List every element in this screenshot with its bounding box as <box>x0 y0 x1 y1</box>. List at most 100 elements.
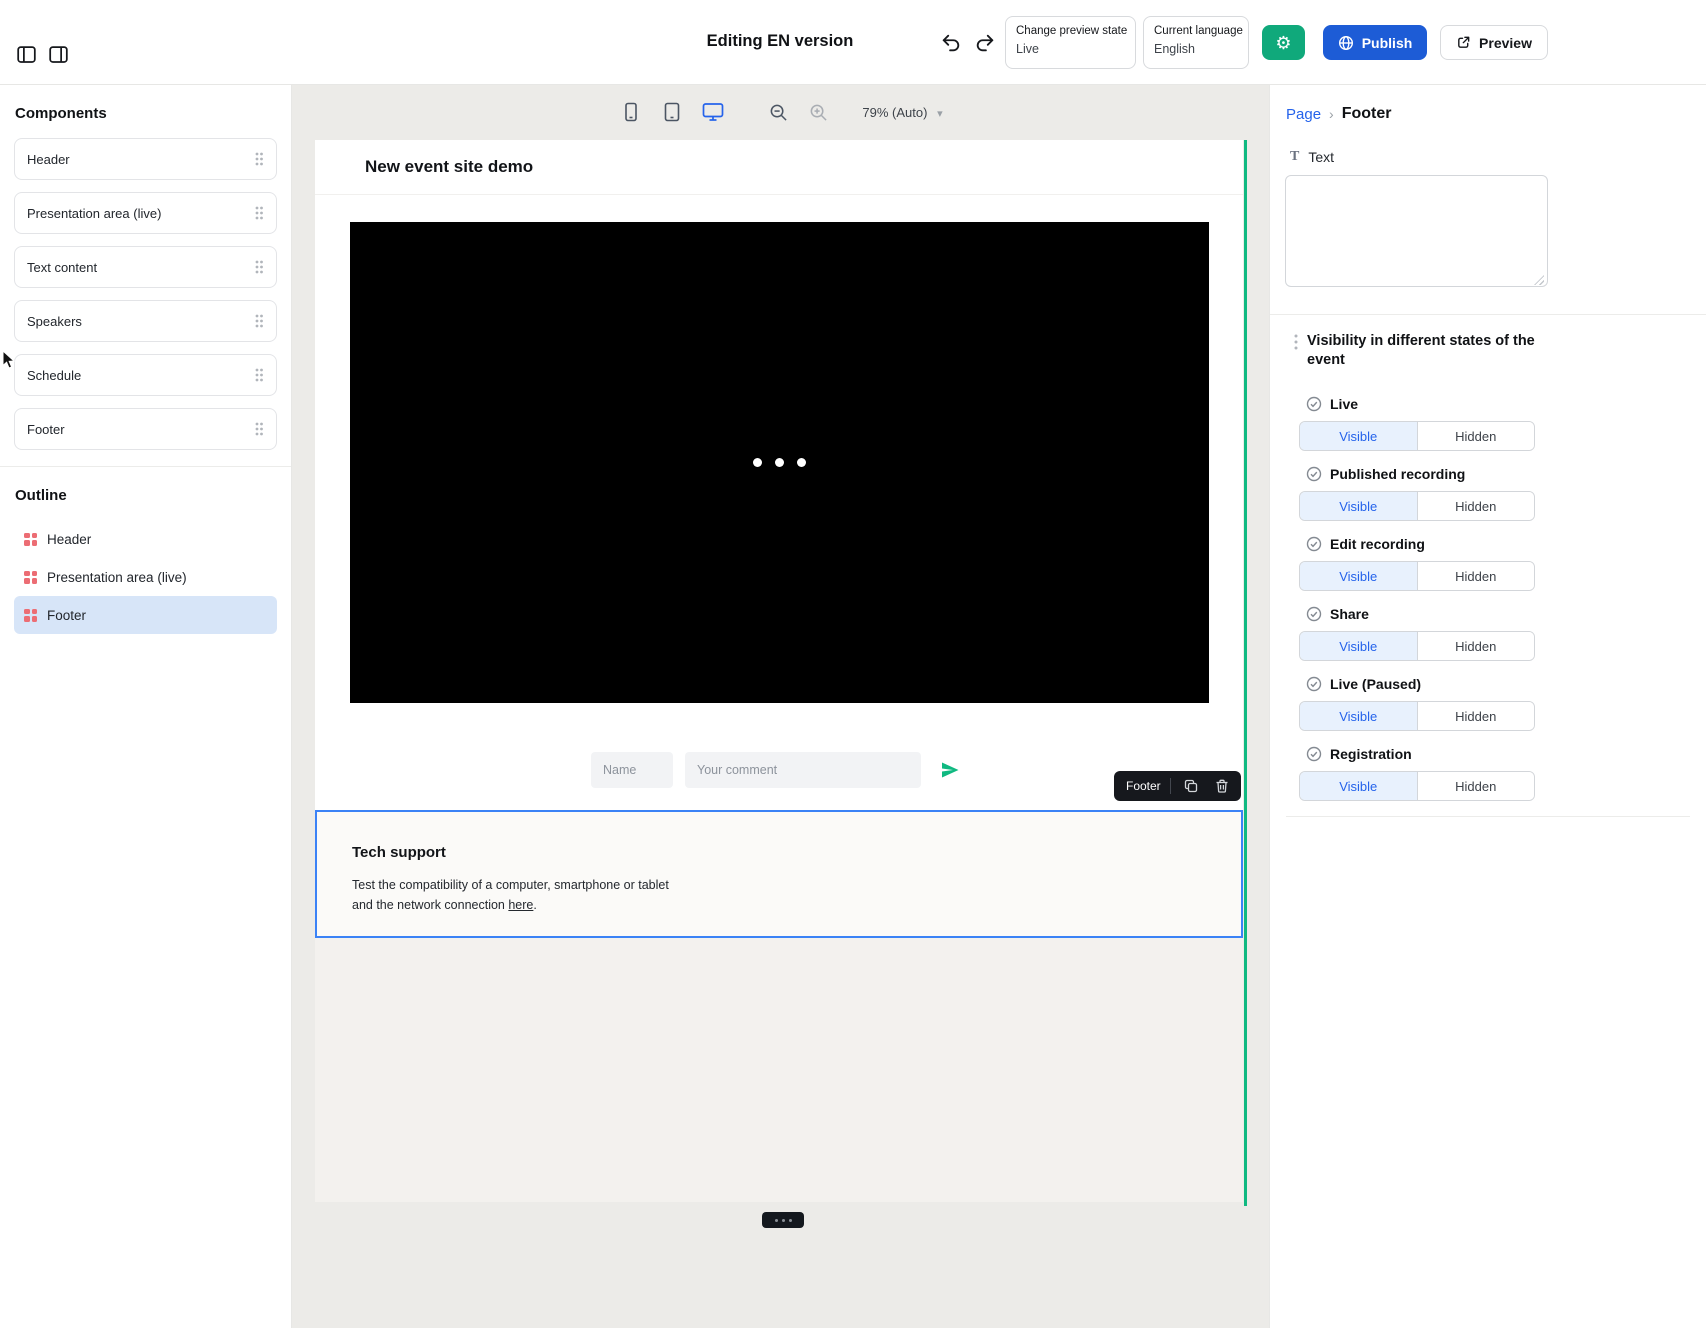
tech-check-link[interactable]: here <box>508 898 533 912</box>
drag-handle-icon[interactable] <box>254 205 264 221</box>
comment-bar <box>315 745 1243 795</box>
visible-option[interactable]: Visible <box>1300 772 1417 800</box>
visible-option[interactable]: Visible <box>1300 562 1417 590</box>
visible-option[interactable]: Visible <box>1300 632 1417 660</box>
footer-text-input[interactable] <box>1285 175 1548 287</box>
component-card-schedule[interactable]: Schedule <box>14 354 277 396</box>
component-card-speakers[interactable]: Speakers <box>14 300 277 342</box>
panel-toggles <box>15 43 69 65</box>
visible-option[interactable]: Visible <box>1300 492 1417 520</box>
visible-option[interactable]: Visible <box>1300 702 1417 730</box>
outline-item-label: Footer <box>47 608 86 623</box>
breadcrumb-page-link[interactable]: Page <box>1286 106 1321 123</box>
zoom-out-icon[interactable] <box>765 99 791 125</box>
component-card-label: Schedule <box>27 368 81 383</box>
state-label: Live (Paused) <box>1330 676 1421 692</box>
duplicate-icon[interactable] <box>1180 775 1202 797</box>
component-card-header[interactable]: Header <box>14 138 277 180</box>
hidden-option[interactable]: Hidden <box>1417 492 1535 520</box>
component-grid-icon <box>24 533 37 546</box>
breadcrumb: Page › Footer <box>1270 85 1706 123</box>
globe-icon <box>1338 35 1354 51</box>
footer-text-line1: Test the compatibility of a computer, sm… <box>352 875 1201 895</box>
preview-button[interactable]: Preview <box>1440 25 1548 60</box>
left-panel: Components Header Presentation area (liv… <box>0 85 292 1328</box>
device-desktop-icon[interactable] <box>700 99 726 125</box>
check-circle-icon <box>1306 676 1322 692</box>
outline-item-footer[interactable]: Footer <box>14 596 277 634</box>
component-card-presentation-area[interactable]: Presentation area (live) <box>14 192 277 234</box>
selection-toolbar: Footer <box>1114 771 1241 801</box>
visibility-toggle: Visible Hidden <box>1299 561 1535 591</box>
language-select[interactable]: Current language English <box>1143 16 1249 69</box>
component-grid-icon <box>24 571 37 584</box>
visibility-toggle: Visible Hidden <box>1299 771 1535 801</box>
language-value: English <box>1154 42 1238 56</box>
check-circle-icon <box>1306 536 1322 552</box>
visibility-section: Visibility in different states of the ev… <box>1270 315 1706 817</box>
comment-name-input[interactable] <box>591 752 673 788</box>
device-mobile-icon[interactable] <box>618 99 644 125</box>
zoom-in-icon[interactable] <box>805 99 831 125</box>
visible-option[interactable]: Visible <box>1300 422 1417 450</box>
chevron-right-icon: › <box>1329 106 1334 122</box>
component-card-label: Footer <box>27 422 65 437</box>
preview-state-select[interactable]: Change preview state Live <box>1005 16 1136 69</box>
section-drag-handle-icon[interactable] <box>1294 332 1298 352</box>
visibility-row-edit-recording: Edit recording Visible Hidden <box>1299 536 1690 591</box>
canvas-toolbar: 79% (Auto) ▾ <box>292 99 1269 125</box>
hidden-option[interactable]: Hidden <box>1417 562 1535 590</box>
selection-label: Footer <box>1126 779 1161 793</box>
trash-icon[interactable] <box>1211 775 1233 797</box>
paper-plane-icon <box>940 760 960 780</box>
video-player[interactable] <box>350 222 1209 703</box>
outline-item-label: Presentation area (live) <box>47 570 187 585</box>
undo-icon[interactable] <box>938 30 964 56</box>
publish-button[interactable]: Publish <box>1323 25 1427 60</box>
publish-button-label: Publish <box>1362 35 1413 51</box>
drag-handle-icon[interactable] <box>254 259 264 275</box>
component-card-footer[interactable]: Footer <box>14 408 277 450</box>
components-title: Components <box>0 85 291 138</box>
zoom-level-value: 79% (Auto) <box>862 105 927 120</box>
state-label: Live <box>1330 396 1358 412</box>
drag-handle-icon[interactable] <box>254 313 264 329</box>
settings-button[interactable]: ⚙ <box>1262 25 1305 60</box>
toggle-right-panel-icon[interactable] <box>47 43 69 65</box>
drag-handle-icon[interactable] <box>254 151 264 167</box>
breadcrumb-current: Footer <box>1342 105 1392 123</box>
preview-state-label: Change preview state <box>1016 25 1125 37</box>
drag-handle-icon[interactable] <box>254 367 264 383</box>
outline-item-header[interactable]: Header <box>14 520 277 558</box>
component-card-text-content[interactable]: Text content <box>14 246 277 288</box>
text-field-label-row: T Text <box>1290 149 1706 165</box>
visibility-toggle: Visible Hidden <box>1299 491 1535 521</box>
page-edge-highlight <box>1244 140 1247 1206</box>
component-card-label: Speakers <box>27 314 82 329</box>
topbar: Editing EN version Change preview state … <box>0 0 1706 85</box>
hidden-option[interactable]: Hidden <box>1417 422 1535 450</box>
loading-dot <box>775 458 784 467</box>
page-lower-area <box>315 937 1243 1202</box>
outline-item-presentation-area[interactable]: Presentation area (live) <box>14 558 277 596</box>
zoom-level-select[interactable]: 79% (Auto) ▾ <box>862 105 942 120</box>
hidden-option[interactable]: Hidden <box>1417 702 1535 730</box>
check-circle-icon <box>1306 466 1322 482</box>
redo-icon[interactable] <box>972 30 998 56</box>
chevron-down-icon: ▾ <box>937 108 943 120</box>
drag-handle-icon[interactable] <box>254 421 264 437</box>
hidden-option[interactable]: Hidden <box>1417 632 1535 660</box>
site-header: New event site demo <box>315 140 1243 195</box>
page-resize-handle[interactable] <box>762 1212 804 1228</box>
footer-text-line2-suffix: . <box>533 898 536 912</box>
device-tablet-icon[interactable] <box>659 99 685 125</box>
toggle-left-panel-icon[interactable] <box>15 43 37 65</box>
send-comment-button[interactable] <box>933 753 967 787</box>
outline-title: Outline <box>0 467 291 520</box>
check-circle-icon <box>1306 746 1322 762</box>
comment-text-input[interactable] <box>685 752 921 788</box>
hidden-option[interactable]: Hidden <box>1417 772 1535 800</box>
state-label: Registration <box>1330 746 1412 762</box>
footer-section-selected[interactable]: Tech support Test the compatibility of a… <box>315 810 1243 938</box>
component-card-label: Text content <box>27 260 97 275</box>
